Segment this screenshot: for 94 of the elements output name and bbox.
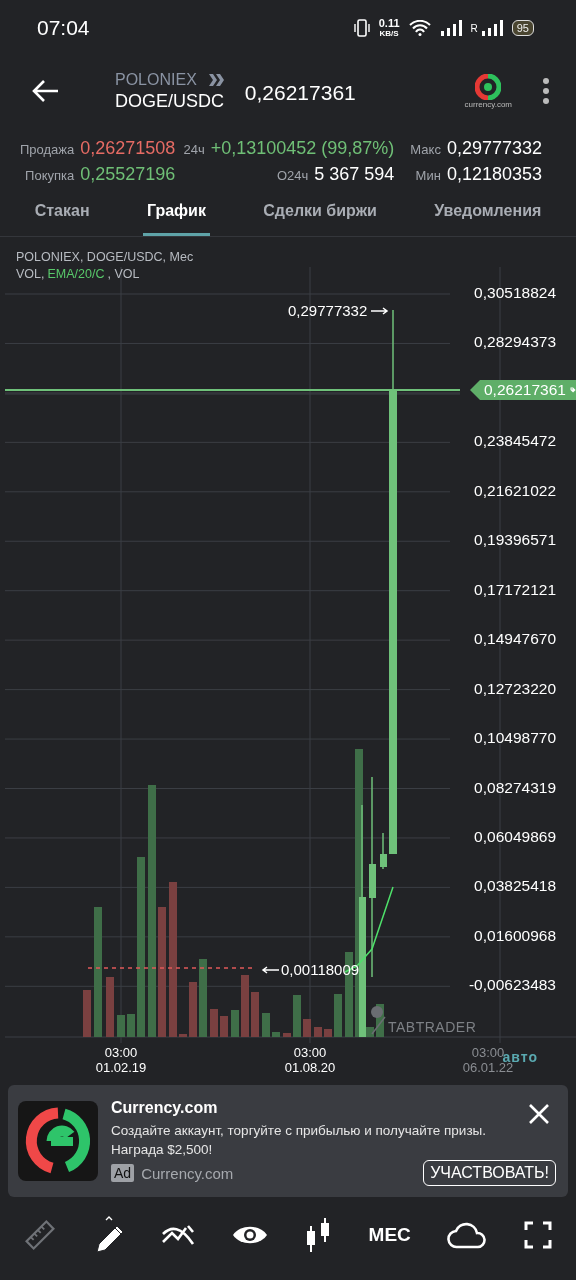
back-arrow-icon[interactable]: [32, 79, 60, 103]
price-axis-label: 0,19396571: [474, 531, 556, 550]
stat-label: О24ч: [276, 168, 309, 183]
volume-bar: [241, 975, 249, 1037]
price-axis-label: 0,23845472: [474, 432, 556, 451]
battery-indicator: 95: [511, 20, 534, 36]
volume-bar: [83, 990, 91, 1037]
stat-label: Мин: [415, 168, 441, 183]
sell-price: 0,26271508: [80, 138, 176, 159]
net-unit: KB/S: [379, 29, 399, 38]
right-arrow-icon: [371, 306, 390, 315]
tab[interactable]: Сделки биржи: [259, 188, 381, 236]
high-price-label: 0,29777332: [288, 302, 368, 319]
ad-label: Ad: [111, 1164, 135, 1182]
time-axis-label: 03:00: [293, 1045, 327, 1060]
tab[interactable]: Стакан: [30, 188, 94, 236]
cta-button[interactable]: УЧАСТВОВАТЬ!: [423, 1160, 556, 1186]
advertiser-logo-icon: [18, 1101, 98, 1181]
volume-bar: [272, 1032, 280, 1037]
signal-icon: [439, 20, 462, 36]
volume-bar: [117, 1015, 125, 1037]
signal-icon: [480, 20, 503, 36]
price-axis-label: 0,01600968: [474, 926, 556, 945]
ad-title: Currency.com: [111, 1099, 218, 1117]
volume-bar: [324, 1029, 332, 1037]
tab[interactable]: График: [142, 188, 210, 236]
tab[interactable]: Уведомления: [430, 188, 546, 236]
advertiser-name: Currency.com: [141, 1164, 234, 1182]
fullscreen-icon[interactable]: [523, 1220, 552, 1249]
price-axis-label: 0,21621022: [474, 481, 556, 500]
stat-label: Макс: [410, 142, 441, 157]
stat-label: Покупка: [25, 168, 75, 183]
volume-bar: [189, 982, 197, 1037]
volume-bar: [334, 994, 342, 1037]
volume-bar: [251, 992, 259, 1037]
ad-text: Создайте аккаунт, торгуйте с прибылью и получайте призы. Награда $2,500!: [111, 1122, 488, 1159]
price-axis-label: 0,28294373: [474, 333, 556, 352]
timeframe-button[interactable]: МЕС: [368, 1223, 411, 1246]
volume-bar: [303, 1019, 311, 1037]
vibrate-icon: [353, 19, 370, 37]
price-axis-label: -0,00623483: [468, 976, 556, 995]
volume-bar: [210, 1009, 218, 1037]
watermark-logo-icon: [370, 1005, 386, 1035]
price-change: +0,13100452 (99,87%): [210, 138, 395, 159]
price-axis-label: 0,17172121: [474, 580, 556, 599]
price-axis-label: 0,12723220: [474, 679, 556, 698]
volume-bar: [220, 1016, 228, 1037]
chart-legend: POLONIEX, DOGE/USDC, Мес: [16, 250, 194, 264]
candlestick: [380, 832, 387, 870]
volume-bar: [127, 1014, 135, 1037]
exchange-name: POLONIEX: [115, 70, 197, 89]
left-arrow-icon: [261, 965, 279, 974]
logo-caption: currency.com: [464, 99, 512, 109]
volume-bar: [314, 1027, 322, 1037]
last-price: 0,26217361: [244, 81, 356, 105]
volume-bar: [179, 1034, 187, 1037]
price-axis-label: 0,06049869: [474, 827, 556, 846]
date-axis-label: 01.02.19: [95, 1060, 147, 1075]
wifi-icon: [408, 20, 431, 36]
close-icon[interactable]: [528, 1103, 550, 1125]
indicator-label[interactable]: EMA/20/C: [47, 267, 105, 281]
time-axis-label: 03:00: [104, 1045, 138, 1060]
net-speed: 0.11: [378, 18, 400, 29]
chart-watermark: TABTRADER: [388, 1019, 477, 1035]
max-price: 0,29777332: [446, 138, 542, 159]
stat-label: Продажа: [20, 142, 75, 157]
volume-bar: [106, 977, 114, 1037]
ad-banner[interactable]: Currency.com Создайте аккаунт, торгуйте с прибылью и получайте призы. Награда $2,500! Ad Currency.com УЧАСТВОВАТЬ!: [8, 1085, 568, 1197]
sponsor-logo-icon[interactable]: [475, 73, 502, 100]
stat-label: 24ч: [183, 142, 205, 157]
indicator-label[interactable]: , VOL: [107, 267, 140, 281]
status-time: 07:04: [37, 16, 90, 40]
more-menu-icon[interactable]: [542, 77, 550, 105]
volume-bar: [262, 1013, 270, 1037]
indicator-label[interactable]: VOL,: [16, 267, 45, 281]
cloud-icon[interactable]: [447, 1220, 488, 1249]
price-axis-label: 0,14947670: [474, 630, 556, 649]
current-price-tag: 0,26217361: [470, 380, 576, 400]
volume-bar: [366, 1027, 374, 1037]
price-axis-label: 0,10498770: [474, 729, 556, 748]
price-axis-label: 0,03825418: [474, 877, 556, 896]
volume-value: 5 367 594: [314, 164, 395, 185]
price-axis-label: 0,30518824: [474, 284, 556, 302]
buy-price: 0,25527196: [80, 164, 176, 185]
volume-bar: [293, 995, 301, 1037]
date-axis-label: 01.08.20: [284, 1060, 336, 1075]
pair-name: DOGE/USDC: [115, 90, 225, 112]
roaming-indicator: R: [470, 22, 478, 34]
volume-bar: [231, 1010, 239, 1037]
low-price-label: 0,00118009: [281, 961, 360, 978]
min-price: 0,12180353: [446, 164, 542, 185]
price-axis-label: 0,08274319: [474, 778, 556, 797]
volume-bar: [283, 1033, 291, 1037]
exchange-logo-icon: [208, 73, 225, 86]
